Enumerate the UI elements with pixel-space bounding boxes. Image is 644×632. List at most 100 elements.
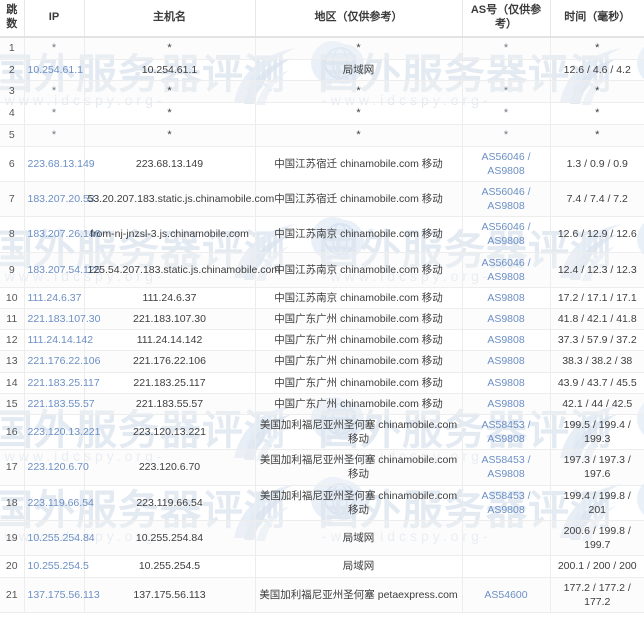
cell-asn[interactable]: AS58453 / AS9808 — [462, 414, 551, 451]
cell-ip-link[interactable]: 221.183.55.57 — [28, 398, 95, 410]
cell-ip-link[interactable]: 10.255.254.84 — [28, 532, 95, 544]
table-row: 12 111.24.14.142 111.24.14.142 中国广东广州 china… — [0, 329, 644, 352]
table-row: 11 221.183.107.30 221.183.107.30 中国广东广州 chi… — [0, 308, 644, 331]
cell-asn-link[interactable]: AS9808 — [487, 398, 524, 410]
cell-asn[interactable]: AS9808 — [462, 308, 551, 331]
cell-ip-link[interactable]: 221.183.25.117 — [28, 377, 100, 389]
cell-asn-link[interactable]: AS56046 / AS9808 — [481, 151, 530, 177]
cell-hop: 19 — [0, 520, 25, 557]
cell-asn-link[interactable]: AS9808 — [487, 355, 524, 367]
cell-hop: 17 — [0, 449, 25, 486]
cell-host: 223.68.13.149 — [84, 146, 256, 182]
column-header-host: 主机名 — [84, 0, 256, 38]
cell-ip[interactable]: 137.175.56.113 — [24, 577, 100, 613]
cell-asn-link[interactable]: AS9808 — [487, 334, 524, 346]
cell-ip[interactable]: 10.255.254.84 — [24, 520, 95, 557]
cell-asn[interactable]: AS58453 / AS9808 — [462, 449, 551, 486]
cell-ip[interactable]: 111.24.6.37 — [24, 287, 85, 310]
cell-ip[interactable]: 223.120.6.70 — [24, 449, 89, 486]
cell-ip-link[interactable]: 137.175.56.113 — [28, 589, 100, 601]
cell-ip-link[interactable]: 10.254.61.1 — [28, 64, 83, 76]
cell-asn-link[interactable]: AS9808 — [487, 313, 524, 325]
cell-host: 53.20.207.183.static.js.chinamobile.com — [84, 181, 274, 218]
cell-asn[interactable]: AS9808 — [462, 393, 551, 415]
cell-region: 中国广东广州 chinamobile.com 移动 — [255, 308, 463, 331]
cell-host: * — [84, 124, 256, 147]
cell-asn[interactable]: AS56046 / AS9808 — [462, 181, 551, 218]
table-row: 18 223.119.66.54 223.119.66.54 美国加利福尼亚州圣何塞 … — [0, 485, 644, 521]
traceroute-table-wrapper: 跳数 IP 主机名 地区（仅供参考） AS号（仅供参考） 时间（毫秒） 1 * * *… — [0, 0, 644, 613]
table-row: 2 10.254.61.1 10.254.61.1 局域网 12.6 / 4.6 / 4… — [0, 59, 644, 82]
cell-hop: 4 — [0, 102, 25, 125]
table-header-row: 跳数 IP 主机名 地区（仅供参考） AS号（仅供参考） 时间（毫秒） — [0, 0, 644, 38]
table-row: 15 221.183.55.57 221.183.55.57 中国广东广州 china… — [0, 393, 644, 415]
cell-region: 美国加利福尼亚州圣何塞 chinamobile.com 移动 — [255, 449, 463, 486]
cell-asn[interactable]: AS9808 — [462, 372, 551, 394]
cell-asn[interactable]: AS54600 — [462, 577, 551, 613]
cell-ip-link[interactable]: 10.255.254.5 — [28, 560, 89, 572]
cell-host: 221.183.55.57 — [84, 393, 256, 415]
cell-ip-link[interactable]: 223.120.13.221 — [28, 426, 101, 438]
cell-asn — [462, 520, 551, 557]
cell-asn[interactable]: AS56046 / AS9808 — [462, 216, 551, 253]
cell-asn-link[interactable]: AS54600 — [484, 589, 527, 601]
cell-time: * — [550, 124, 644, 147]
cell-ip-link[interactable]: 183.207.20.53 — [28, 193, 95, 205]
table-row: 3 * * * * * — [0, 80, 644, 103]
cell-ip-link[interactable]: 223.119.66.54 — [28, 497, 94, 509]
cell-hop: 12 — [0, 329, 25, 352]
cell-host: * — [84, 102, 256, 125]
cell-ip[interactable]: 111.24.14.142 — [24, 329, 93, 352]
cell-region: 中国广东广州 chinamobile.com 移动 — [255, 393, 463, 415]
cell-asn-link[interactable]: AS9808 — [487, 292, 524, 304]
cell-region: 中国广东广州 chinamobile.com 移动 — [255, 350, 463, 373]
cell-ip-link[interactable]: 111.24.14.142 — [28, 334, 94, 346]
cell-asn-link[interactable]: AS56046 / AS9808 — [481, 257, 530, 283]
table-body: 1 * * * * * 2 10.254.61.1 10.254.61.1 局域网 12.6 / 4… — [0, 37, 644, 613]
cell-region: 中国广东广州 chinamobile.com 移动 — [255, 329, 463, 352]
cell-ip[interactable]: 221.183.107.30 — [24, 308, 101, 331]
cell-ip[interactable]: 183.207.26.146 — [24, 216, 101, 253]
cell-ip-link[interactable]: 223.68.13.149 — [28, 158, 95, 170]
cell-region: 美国加利福尼亚州圣何塞 chinamobile.com 移动 — [255, 414, 463, 451]
cell-asn[interactable]: AS9808 — [462, 350, 551, 373]
cell-asn[interactable]: AS9808 — [462, 287, 551, 310]
cell-ip[interactable]: 10.255.254.5 — [24, 555, 89, 578]
cell-host: 137.175.56.113 — [84, 577, 256, 613]
cell-time: 1.3 / 0.9 / 0.9 — [550, 146, 644, 182]
cell-ip[interactable]: 221.183.55.57 — [24, 393, 95, 415]
cell-ip: * — [24, 124, 85, 147]
cell-ip[interactable]: 223.68.13.149 — [24, 146, 95, 182]
cell-asn — [462, 555, 551, 578]
cell-host: 10.254.61.1 — [84, 59, 256, 82]
cell-ip[interactable]: 10.254.61.1 — [24, 59, 85, 82]
table-row: 4 * * * * * — [0, 102, 644, 125]
cell-hop: 10 — [0, 287, 25, 310]
cell-ip[interactable]: 223.120.13.221 — [24, 414, 101, 451]
cell-asn-link[interactable]: AS56046 / AS9808 — [481, 186, 530, 212]
cell-asn[interactable]: AS58453 / AS9808 — [462, 485, 551, 521]
cell-ip-link[interactable]: 111.24.6.37 — [28, 292, 82, 304]
column-header-hop: 跳数 — [0, 0, 25, 38]
cell-hop: 5 — [0, 124, 25, 147]
cell-ip[interactable]: 183.207.20.53 — [24, 181, 95, 218]
cell-asn-link[interactable]: AS56046 / AS9808 — [481, 221, 530, 247]
cell-asn-link[interactable]: AS58453 / AS9808 — [481, 454, 530, 480]
cell-ip[interactable]: 183.207.54.125 — [24, 252, 101, 288]
cell-ip[interactable]: 223.119.66.54 — [24, 485, 94, 521]
cell-asn-link[interactable]: AS58453 / AS9808 — [481, 419, 530, 445]
cell-ip-link[interactable]: 221.176.22.106 — [28, 355, 101, 367]
cell-time: 12.4 / 12.3 / 12.3 — [550, 252, 644, 288]
cell-asn-link[interactable]: AS58453 / AS9808 — [481, 490, 530, 516]
cell-asn-link[interactable]: AS9808 — [487, 377, 524, 389]
cell-ip-link[interactable]: 221.183.107.30 — [28, 313, 101, 325]
cell-ip: * — [24, 80, 85, 103]
cell-hop: 20 — [0, 555, 25, 578]
cell-ip[interactable]: 221.183.25.117 — [24, 372, 100, 394]
cell-ip-link[interactable]: 223.120.6.70 — [28, 461, 89, 473]
cell-asn[interactable]: AS56046 / AS9808 — [462, 146, 551, 182]
cell-ip[interactable]: 221.176.22.106 — [24, 350, 101, 373]
cell-asn[interactable]: AS9808 — [462, 329, 551, 352]
cell-asn[interactable]: AS56046 / AS9808 — [462, 252, 551, 288]
cell-time: * — [550, 80, 644, 103]
